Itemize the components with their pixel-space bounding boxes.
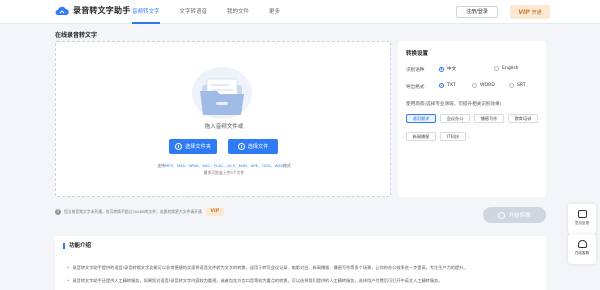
- feedback-button[interactable]: 意见反馈: [568, 204, 596, 234]
- nav-item-audio-to-text[interactable]: 音频转文字: [132, 0, 160, 24]
- language-option-en[interactable]: English: [494, 66, 519, 71]
- intro-line: 录音转文字助手还提供人工精转服务，如果您对语音/录音转文字内容较为重视，或者包含…: [67, 278, 537, 284]
- language-label: 识别语种: [406, 68, 425, 73]
- scene-tag-general[interactable]: 通用翻译: [406, 114, 436, 123]
- customer-service-label: 在线客服: [574, 251, 590, 255]
- radio-icon: [494, 66, 499, 71]
- supported-formats: 支持MP3、M4A、WMA、AAC、FLAC、AC3、M4R、APE、OGG、W…: [56, 163, 392, 169]
- export-option-srt[interactable]: SRT: [509, 83, 526, 88]
- headset-icon: [577, 240, 587, 248]
- conversion-settings: 转换设置 识别语种 中文 English 导出格式 TXT WORD SRT 使…: [398, 41, 546, 197]
- export-option-txt[interactable]: TXT: [439, 83, 456, 88]
- select-folder-label: 选择文件夹: [185, 144, 211, 150]
- formats-suffix: 格式: [283, 163, 291, 168]
- upload-dropzone[interactable]: 拖入音频文件或 选择文件夹 选择文件 支持MP3、M4A、WMA、AAC、FLA…: [55, 41, 391, 197]
- drag-hint: 拖入音频文件或: [204, 124, 244, 130]
- start-convert-button[interactable]: 开始转换: [483, 207, 546, 223]
- export-label: 导出格式: [406, 85, 425, 90]
- vip-badge: VIP: [518, 8, 530, 16]
- convert-icon: [498, 211, 506, 219]
- scene-tag-news[interactable]: 新闻播报: [406, 132, 436, 141]
- nav-item-more[interactable]: 更多: [269, 0, 280, 24]
- radio-selected-icon: [439, 83, 444, 88]
- radio-icon: [509, 83, 514, 88]
- intro-line: 录音转文字助手提供的语音/录音转换文字功能可以非常便捷的实现将语音文件转为文字的…: [67, 265, 537, 271]
- feedback-icon: [577, 210, 587, 218]
- scene-tag-writing[interactable]: 播感写作: [474, 114, 504, 123]
- cloud-logo-icon: [55, 6, 69, 15]
- notice-vip-badge[interactable]: VIP: [205, 208, 224, 216]
- formats-list: MP3、M4A、WMA、AAC、FLAC、AC3、M4R、APE、OGG、WAV: [164, 163, 284, 168]
- settings-title: 转换设置: [406, 51, 429, 57]
- radio-icon: [472, 83, 477, 88]
- file-icon: [237, 143, 245, 150]
- customer-service-button[interactable]: 在线客服: [568, 234, 596, 264]
- select-file-button[interactable]: 选择文件: [228, 139, 278, 154]
- scene-hint: 使用场景(选择专业领域，可提升相关识别效果): [406, 102, 502, 107]
- formats-prefix: 支持: [157, 163, 165, 168]
- scene-tag-it[interactable]: IT科技: [440, 132, 466, 141]
- brand-logo[interactable]: 录音转文字助手: [55, 5, 130, 16]
- upload-limit: 最多可批量上传9个文件: [203, 170, 245, 175]
- scene-tag-meeting[interactable]: 会议办公: [440, 114, 470, 123]
- export-option-label: WORD: [480, 83, 495, 88]
- main-nav: 音频转文字 文字转语音 我的文件 更多: [132, 0, 300, 24]
- vip-open-button[interactable]: VIP 开通: [510, 5, 550, 19]
- feedback-label: 意见反馈: [574, 221, 590, 225]
- language-option-label: 中文: [447, 67, 457, 72]
- notice-text: 您当前音频文字未开通，仅可转换不超过200KB的文件，若要转换更大文件请开通: [64, 209, 202, 214]
- brand-name: 录音转文字助手: [73, 6, 131, 15]
- folder-icon: [175, 143, 183, 150]
- export-option-label: TXT: [447, 83, 456, 88]
- language-option-zh[interactable]: 中文: [439, 66, 456, 72]
- folder-illustration-icon: [192, 67, 252, 119]
- select-file-label: 选择文件: [247, 144, 269, 150]
- feature-intro-title: 功能介绍: [63, 243, 91, 249]
- login-button[interactable]: 注册/登录: [456, 6, 498, 18]
- nav-item-text-to-speech[interactable]: 文字转语音: [180, 0, 208, 24]
- export-option-label: SRT: [517, 83, 526, 88]
- page-title: 在线录音转文字: [55, 32, 98, 39]
- start-convert-label: 开始转换: [508, 213, 531, 219]
- vip-notice: ! 您当前音频文字未开通，仅可转换不超过200KB的文件，若要转换更大文件请开通…: [55, 208, 224, 216]
- top-header: 录音转文字助手 音频转文字 文字转语音 我的文件 更多 注册/登录 VIP 开通: [0, 0, 600, 24]
- vip-open-label: 开通: [531, 9, 542, 16]
- select-folder-button[interactable]: 选择文件夹: [169, 139, 217, 154]
- info-icon: !: [55, 209, 61, 215]
- scene-tag-education[interactable]: 教育培训: [508, 114, 538, 123]
- feature-intro: 功能介绍 录音转文字助手提供的语音/录音转换文字功能可以非常便捷的实现将语音文件…: [55, 236, 546, 290]
- export-option-word[interactable]: WORD: [472, 83, 495, 88]
- language-option-label: English: [502, 66, 519, 71]
- radio-selected-icon: [439, 66, 444, 72]
- nav-item-my-files[interactable]: 我的文件: [227, 0, 249, 24]
